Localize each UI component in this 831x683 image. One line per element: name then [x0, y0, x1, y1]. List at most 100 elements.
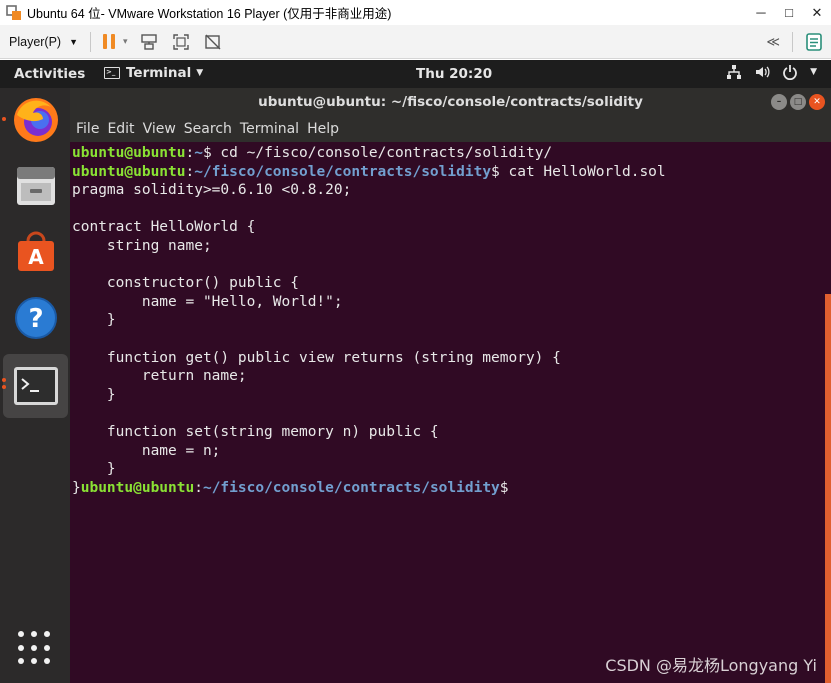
terminal-window-title: ubuntu@ubuntu: ~/fisco/console/contracts… [258, 94, 643, 110]
menu-terminal[interactable]: Terminal [240, 121, 299, 137]
output-text: } [72, 386, 116, 403]
close-button[interactable]: ✕ [803, 0, 831, 25]
terminal-small-icon: >_ [104, 67, 120, 79]
prompt-user: ubuntu@ubuntu [72, 163, 186, 180]
dock: A ? [0, 88, 70, 683]
menu-view[interactable]: View [143, 121, 176, 137]
ubuntu-software-icon: A [18, 231, 54, 271]
terminal-minimize-button[interactable]: – [771, 94, 787, 110]
terminal-titlebar: ubuntu@ubuntu: ~/fisco/console/contracts… [70, 88, 831, 116]
terminal-line: } [72, 386, 666, 405]
terminal-line: ubuntu@ubuntu:~$ cd ~/fisco/console/cont… [72, 144, 666, 163]
prompt-path: ~/fisco/console/contracts/solidity [202, 479, 500, 496]
watermark: CSDN @易龙杨Longyang Yi [605, 656, 817, 675]
terminal-line: name = "Hello, World!"; [72, 293, 666, 312]
activities-button[interactable]: Activities [14, 66, 85, 82]
terminal-line: constructor() public { [72, 274, 666, 293]
terminal-line: contract HelloWorld { [72, 218, 666, 237]
menu-file[interactable]: File [76, 121, 99, 137]
output-text: string name; [72, 237, 212, 254]
output-text: name = n; [72, 442, 221, 459]
prompt-colon: : [185, 163, 195, 180]
output-text: contract HelloWorld { [72, 219, 256, 236]
unity-button[interactable] [202, 31, 224, 53]
pause-button[interactable] [103, 34, 116, 49]
chevron-down-icon: ▼ [810, 67, 817, 77]
line-prefix: } [72, 479, 81, 496]
ubuntu-top-bar: Activities >_ Terminal ▼ Thu 20:20 ▼ [0, 60, 831, 88]
menu-help[interactable]: Help [307, 121, 339, 137]
player-menu-label: Player(P) [9, 34, 62, 49]
terminal-line: function get() public view returns (stri… [72, 349, 666, 368]
toolbar-divider [90, 31, 92, 52]
terminal-maximize-button[interactable]: □ [790, 94, 806, 110]
toolbar-divider [792, 32, 793, 52]
svg-text:A: A [28, 245, 44, 269]
dock-item-files[interactable] [10, 160, 62, 212]
clock[interactable]: Thu 20:20 [416, 66, 492, 82]
chevron-down-icon: ▼ [196, 68, 204, 78]
svg-text:?: ? [28, 304, 43, 334]
maximize-button[interactable]: □ [775, 0, 803, 25]
chevron-down-icon: ▼ [69, 36, 79, 47]
running-indicator [2, 385, 6, 389]
menu-search[interactable]: Search [184, 121, 232, 137]
dock-item-ubuntu-software[interactable]: A [10, 226, 62, 278]
dock-item-firefox[interactable] [10, 94, 62, 146]
dock-item-terminal[interactable] [3, 354, 68, 418]
output-text: constructor() public { [72, 275, 299, 292]
terminal-output[interactable]: ubuntu@ubuntu:~$ cd ~/fisco/console/cont… [70, 142, 831, 683]
network-send-icon [140, 33, 157, 50]
send-ctrl-alt-del-button[interactable] [138, 31, 160, 53]
prompt-user: ubuntu@ubuntu [80, 479, 195, 496]
pause-dropdown-icon[interactable]: ▾ [123, 36, 128, 47]
terminal-line: function set(string memory n) public { [72, 423, 666, 442]
terminal-line: pragma solidity>=0.6.10 <0.8.20; [72, 181, 666, 200]
output-text: name = "Hello, World!"; [72, 293, 343, 310]
fullscreen-button[interactable] [170, 31, 192, 53]
output-text: } [72, 461, 116, 478]
prompt-path: ~ [194, 145, 203, 161]
files-icon [17, 167, 55, 205]
vmware-toolbar: Player(P) ▼ ▾ ≪ [0, 25, 831, 59]
power-icon [783, 65, 797, 80]
firefox-icon [14, 98, 58, 142]
show-applications-button[interactable] [18, 631, 52, 665]
prompt-user: ubuntu@ubuntu [72, 145, 186, 161]
output-text: } [72, 312, 116, 329]
vmware-title-bar: Ubuntu 64 位- VMware Workstation 16 Playe… [0, 0, 831, 25]
app-menu[interactable]: >_ Terminal ▼ [104, 65, 203, 81]
terminal-line: return name; [72, 367, 666, 386]
prompt-dollar: $ [202, 145, 212, 161]
network-icon [727, 65, 742, 79]
command-text: cat HelloWorld.sol [499, 163, 666, 180]
system-menu[interactable]: ▼ [726, 64, 817, 80]
terminal-line: name = n; [72, 442, 666, 461]
app-menu-label: Terminal [126, 65, 192, 81]
prompt-dollar: $ [491, 163, 500, 180]
volume-icon [756, 66, 770, 78]
window-title: Ubuntu 64 位- VMware Workstation 16 Playe… [27, 7, 392, 21]
output-text: function set(string memory n) public { [72, 423, 439, 440]
menu-edit[interactable]: Edit [107, 121, 134, 137]
running-indicator [2, 117, 6, 121]
terminal-line: string name; [72, 237, 666, 256]
terminal-line: } [72, 460, 666, 479]
command-text: cd ~/fisco/console/contracts/solidity/ [211, 145, 553, 161]
player-menu[interactable]: Player(P) ▼ [9, 35, 78, 49]
notes-icon[interactable] [805, 32, 823, 52]
collapse-toolbar-button[interactable]: ≪ [766, 34, 780, 50]
vmware-logo-icon [6, 4, 21, 20]
terminal-line: } [72, 311, 666, 330]
prompt-path: ~/fisco/console/contracts/solidity [194, 163, 492, 180]
terminal-close-button[interactable]: ✕ [809, 94, 825, 110]
prompt-dollar: $ [499, 479, 509, 496]
prompt-colon: : [194, 479, 203, 496]
scrollbar[interactable] [825, 294, 831, 683]
dock-item-help[interactable]: ? [10, 292, 62, 344]
minimize-button[interactable]: － [747, 0, 775, 25]
